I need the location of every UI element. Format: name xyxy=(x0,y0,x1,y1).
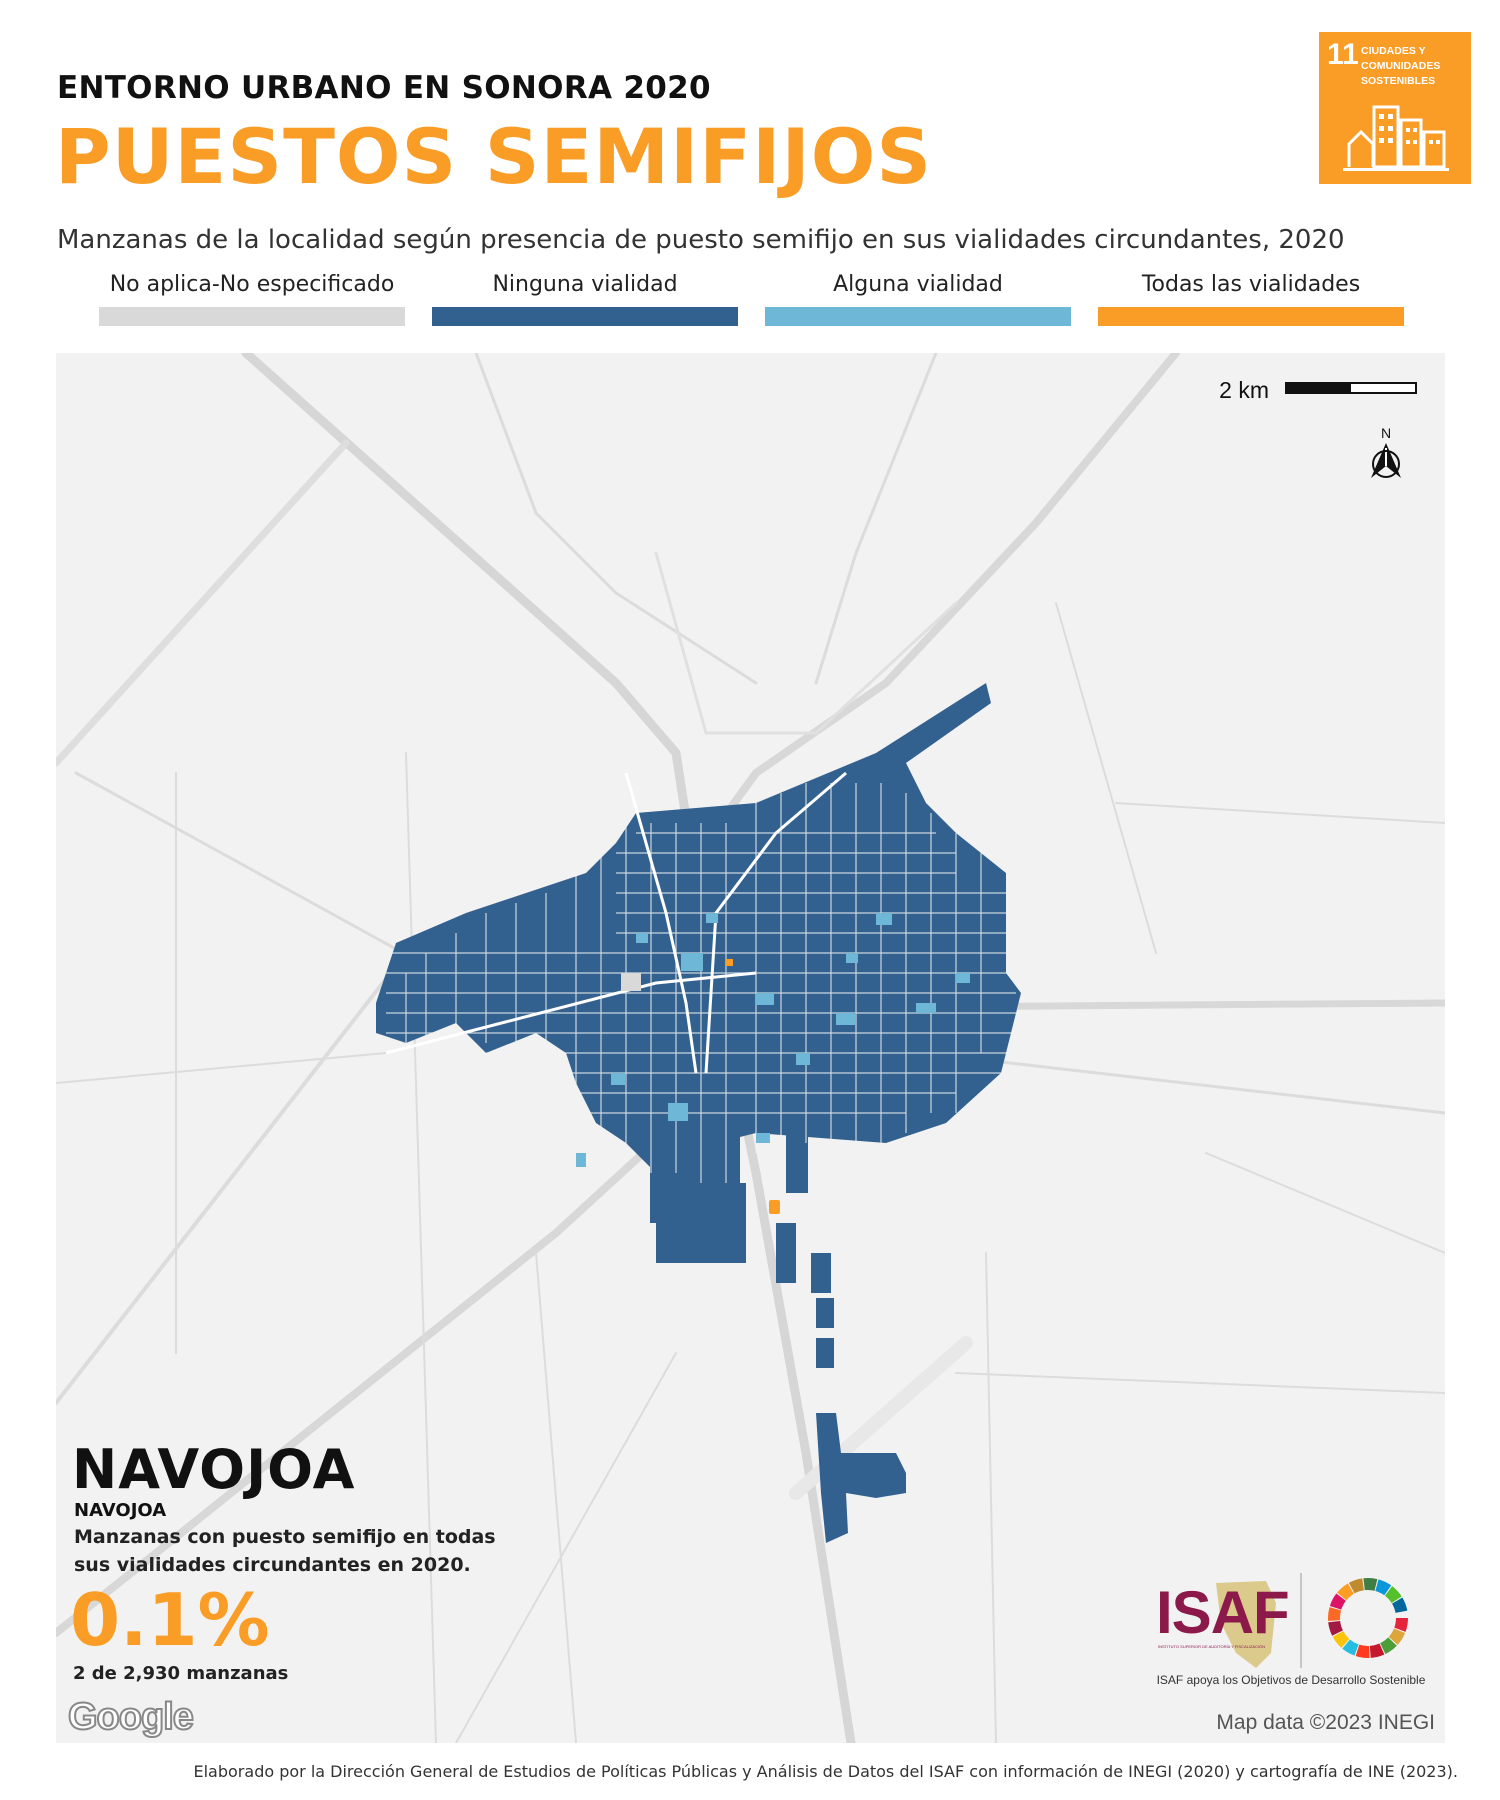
no-aplica-block xyxy=(621,973,641,991)
legend-label: Alguna vialidad xyxy=(833,272,1003,297)
footer-credit: Elaborado por la Dirección General de Es… xyxy=(193,1762,1459,1781)
legend-item-alguna: Alguna vialidad xyxy=(765,268,1071,326)
legend-item-no-aplica: No aplica-No especificado xyxy=(99,268,405,326)
legend-label: No aplica-No especificado xyxy=(109,272,395,297)
legend-swatch xyxy=(432,307,738,326)
place-name: NAVOJOA xyxy=(72,1438,356,1501)
map-credit: Map data ©2023 INEGI xyxy=(1216,1711,1435,1734)
legend-swatch xyxy=(99,307,405,326)
sdg-wheel-icon xyxy=(1328,1578,1408,1658)
sdg-11-badge: 11 CIUDADES Y COMUNIDADES SOSTENIBLES xyxy=(1319,32,1471,184)
legend-swatch xyxy=(765,307,1071,326)
map-canvas[interactable]: N 2 km NAVOJOA NAVOJOA Manzanas con pues… xyxy=(56,353,1445,1743)
legend-swatch xyxy=(1098,307,1404,326)
legend-item-ninguna: Ninguna vialidad xyxy=(432,268,738,326)
scale-label: 2 km xyxy=(1219,377,1269,403)
isaf-logo: ISAF xyxy=(1156,1579,1290,1646)
city-icon xyxy=(1343,105,1449,171)
legend-label: Ninguna vialidad xyxy=(492,272,678,297)
sdg-caption: ISAF apoya los Objetivos de Desarrollo S… xyxy=(1156,1673,1426,1687)
page-title: PUESTOS SEMIFIJOS xyxy=(55,112,933,201)
municipality-name: NAVOJOA xyxy=(74,1500,167,1521)
north-arrow-icon: N xyxy=(1371,425,1401,478)
legend-item-todas: Todas las vialidades xyxy=(1098,268,1404,326)
stat-description: Manzanas con puesto semifijo en todas su… xyxy=(74,1526,496,1576)
legend-label: Todas las vialidades xyxy=(1141,272,1361,297)
isaf-logo-block: ISAF INSTITUTO SUPERIOR DE AUDITORÍA Y F… xyxy=(1146,1573,1436,1698)
stat-count: 2 de 2,930 manzanas xyxy=(73,1663,289,1684)
north-label: N xyxy=(1381,425,1391,441)
google-logo: Google xyxy=(67,1695,195,1739)
scale-bar xyxy=(1285,382,1417,394)
map-subtitle: Manzanas de la localidad según presencia… xyxy=(57,225,1345,255)
isaf-subtitle: INSTITUTO SUPERIOR DE AUDITORÍA Y FISCAL… xyxy=(1158,1644,1266,1649)
stat-percentage: 0.1% xyxy=(70,1578,270,1662)
header-kicker: ENTORNO URBANO EN SONORA 2020 xyxy=(57,70,711,106)
